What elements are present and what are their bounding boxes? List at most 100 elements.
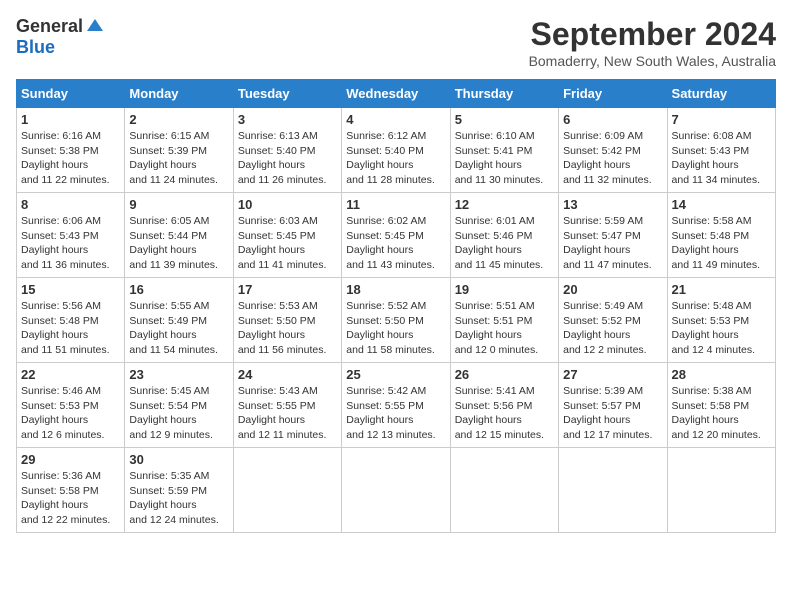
day-number: 7 <box>672 112 771 127</box>
day-number: 17 <box>238 282 337 297</box>
day-cell-4: 4 Sunrise: 6:12 AM Sunset: 5:40 PM Dayli… <box>342 108 450 193</box>
day-cell-2: 2 Sunrise: 6:15 AM Sunset: 5:39 PM Dayli… <box>125 108 233 193</box>
day-number: 26 <box>455 367 554 382</box>
empty-cell <box>667 448 775 533</box>
day-info: Sunrise: 5:42 AM Sunset: 5:55 PM Dayligh… <box>346 384 445 443</box>
day-info: Sunrise: 5:46 AM Sunset: 5:53 PM Dayligh… <box>21 384 120 443</box>
day-cell-1: 1 Sunrise: 6:16 AM Sunset: 5:38 PM Dayli… <box>17 108 125 193</box>
day-number: 1 <box>21 112 120 127</box>
week-row-4: 22 Sunrise: 5:46 AM Sunset: 5:53 PM Dayl… <box>17 363 776 448</box>
day-info: Sunrise: 6:01 AM Sunset: 5:46 PM Dayligh… <box>455 214 554 273</box>
day-number: 15 <box>21 282 120 297</box>
day-cell-3: 3 Sunrise: 6:13 AM Sunset: 5:40 PM Dayli… <box>233 108 341 193</box>
col-sunday: Sunday <box>17 80 125 108</box>
day-info: Sunrise: 6:16 AM Sunset: 5:38 PM Dayligh… <box>21 129 120 188</box>
day-number: 25 <box>346 367 445 382</box>
week-row-5: 29 Sunrise: 5:36 AM Sunset: 5:58 PM Dayl… <box>17 448 776 533</box>
logo-blue: Blue <box>16 37 55 58</box>
day-info: Sunrise: 5:35 AM Sunset: 5:59 PM Dayligh… <box>129 469 228 528</box>
day-info: Sunrise: 6:03 AM Sunset: 5:45 PM Dayligh… <box>238 214 337 273</box>
day-cell-14: 14 Sunrise: 5:58 AM Sunset: 5:48 PM Dayl… <box>667 193 775 278</box>
calendar-table: Sunday Monday Tuesday Wednesday Thursday… <box>16 79 776 533</box>
col-friday: Friday <box>559 80 667 108</box>
day-number: 22 <box>21 367 120 382</box>
day-cell-25: 25 Sunrise: 5:42 AM Sunset: 5:55 PM Dayl… <box>342 363 450 448</box>
empty-cell <box>233 448 341 533</box>
day-number: 27 <box>563 367 662 382</box>
day-cell-8: 8 Sunrise: 6:06 AM Sunset: 5:43 PM Dayli… <box>17 193 125 278</box>
col-thursday: Thursday <box>450 80 558 108</box>
day-number: 9 <box>129 197 228 212</box>
day-cell-24: 24 Sunrise: 5:43 AM Sunset: 5:55 PM Dayl… <box>233 363 341 448</box>
day-info: Sunrise: 5:55 AM Sunset: 5:49 PM Dayligh… <box>129 299 228 358</box>
day-info: Sunrise: 5:52 AM Sunset: 5:50 PM Dayligh… <box>346 299 445 358</box>
day-info: Sunrise: 6:12 AM Sunset: 5:40 PM Dayligh… <box>346 129 445 188</box>
day-number: 2 <box>129 112 228 127</box>
day-info: Sunrise: 5:49 AM Sunset: 5:52 PM Dayligh… <box>563 299 662 358</box>
day-number: 13 <box>563 197 662 212</box>
day-info: Sunrise: 6:09 AM Sunset: 5:42 PM Dayligh… <box>563 129 662 188</box>
empty-cell <box>559 448 667 533</box>
day-cell-26: 26 Sunrise: 5:41 AM Sunset: 5:56 PM Dayl… <box>450 363 558 448</box>
day-number: 18 <box>346 282 445 297</box>
logo: General Blue <box>16 16 105 58</box>
week-row-3: 15 Sunrise: 5:56 AM Sunset: 5:48 PM Dayl… <box>17 278 776 363</box>
day-number: 6 <box>563 112 662 127</box>
day-info: Sunrise: 6:06 AM Sunset: 5:43 PM Dayligh… <box>21 214 120 273</box>
logo-icon <box>85 17 105 37</box>
week-row-2: 8 Sunrise: 6:06 AM Sunset: 5:43 PM Dayli… <box>17 193 776 278</box>
day-number: 28 <box>672 367 771 382</box>
day-info: Sunrise: 6:08 AM Sunset: 5:43 PM Dayligh… <box>672 129 771 188</box>
day-cell-21: 21 Sunrise: 5:48 AM Sunset: 5:53 PM Dayl… <box>667 278 775 363</box>
day-info: Sunrise: 6:10 AM Sunset: 5:41 PM Dayligh… <box>455 129 554 188</box>
location-subtitle: Bomaderry, New South Wales, Australia <box>529 53 776 69</box>
day-number: 21 <box>672 282 771 297</box>
day-info: Sunrise: 5:43 AM Sunset: 5:55 PM Dayligh… <box>238 384 337 443</box>
day-number: 5 <box>455 112 554 127</box>
day-info: Sunrise: 5:39 AM Sunset: 5:57 PM Dayligh… <box>563 384 662 443</box>
day-info: Sunrise: 5:58 AM Sunset: 5:48 PM Dayligh… <box>672 214 771 273</box>
day-number: 8 <box>21 197 120 212</box>
day-cell-5: 5 Sunrise: 6:10 AM Sunset: 5:41 PM Dayli… <box>450 108 558 193</box>
day-info: Sunrise: 6:05 AM Sunset: 5:44 PM Dayligh… <box>129 214 228 273</box>
day-info: Sunrise: 5:56 AM Sunset: 5:48 PM Dayligh… <box>21 299 120 358</box>
day-info: Sunrise: 5:36 AM Sunset: 5:58 PM Dayligh… <box>21 469 120 528</box>
day-cell-7: 7 Sunrise: 6:08 AM Sunset: 5:43 PM Dayli… <box>667 108 775 193</box>
day-number: 20 <box>563 282 662 297</box>
day-number: 4 <box>346 112 445 127</box>
col-monday: Monday <box>125 80 233 108</box>
col-saturday: Saturday <box>667 80 775 108</box>
day-info: Sunrise: 5:53 AM Sunset: 5:50 PM Dayligh… <box>238 299 337 358</box>
day-cell-28: 28 Sunrise: 5:38 AM Sunset: 5:58 PM Dayl… <box>667 363 775 448</box>
month-title: September 2024 <box>529 16 776 53</box>
day-info: Sunrise: 6:13 AM Sunset: 5:40 PM Dayligh… <box>238 129 337 188</box>
day-info: Sunrise: 5:41 AM Sunset: 5:56 PM Dayligh… <box>455 384 554 443</box>
day-number: 19 <box>455 282 554 297</box>
day-cell-22: 22 Sunrise: 5:46 AM Sunset: 5:53 PM Dayl… <box>17 363 125 448</box>
page-header: General Blue September 2024 Bomaderry, N… <box>16 16 776 69</box>
day-cell-13: 13 Sunrise: 5:59 AM Sunset: 5:47 PM Dayl… <box>559 193 667 278</box>
day-info: Sunrise: 6:02 AM Sunset: 5:45 PM Dayligh… <box>346 214 445 273</box>
empty-cell <box>342 448 450 533</box>
day-number: 16 <box>129 282 228 297</box>
day-cell-6: 6 Sunrise: 6:09 AM Sunset: 5:42 PM Dayli… <box>559 108 667 193</box>
day-cell-20: 20 Sunrise: 5:49 AM Sunset: 5:52 PM Dayl… <box>559 278 667 363</box>
day-number: 11 <box>346 197 445 212</box>
empty-cell <box>450 448 558 533</box>
day-cell-18: 18 Sunrise: 5:52 AM Sunset: 5:50 PM Dayl… <box>342 278 450 363</box>
day-cell-29: 29 Sunrise: 5:36 AM Sunset: 5:58 PM Dayl… <box>17 448 125 533</box>
day-info: Sunrise: 5:38 AM Sunset: 5:58 PM Dayligh… <box>672 384 771 443</box>
day-cell-19: 19 Sunrise: 5:51 AM Sunset: 5:51 PM Dayl… <box>450 278 558 363</box>
day-number: 3 <box>238 112 337 127</box>
day-number: 29 <box>21 452 120 467</box>
col-tuesday: Tuesday <box>233 80 341 108</box>
day-number: 23 <box>129 367 228 382</box>
day-cell-17: 17 Sunrise: 5:53 AM Sunset: 5:50 PM Dayl… <box>233 278 341 363</box>
day-number: 24 <box>238 367 337 382</box>
col-wednesday: Wednesday <box>342 80 450 108</box>
day-cell-23: 23 Sunrise: 5:45 AM Sunset: 5:54 PM Dayl… <box>125 363 233 448</box>
day-cell-9: 9 Sunrise: 6:05 AM Sunset: 5:44 PM Dayli… <box>125 193 233 278</box>
day-number: 14 <box>672 197 771 212</box>
week-row-1: 1 Sunrise: 6:16 AM Sunset: 5:38 PM Dayli… <box>17 108 776 193</box>
day-cell-27: 27 Sunrise: 5:39 AM Sunset: 5:57 PM Dayl… <box>559 363 667 448</box>
